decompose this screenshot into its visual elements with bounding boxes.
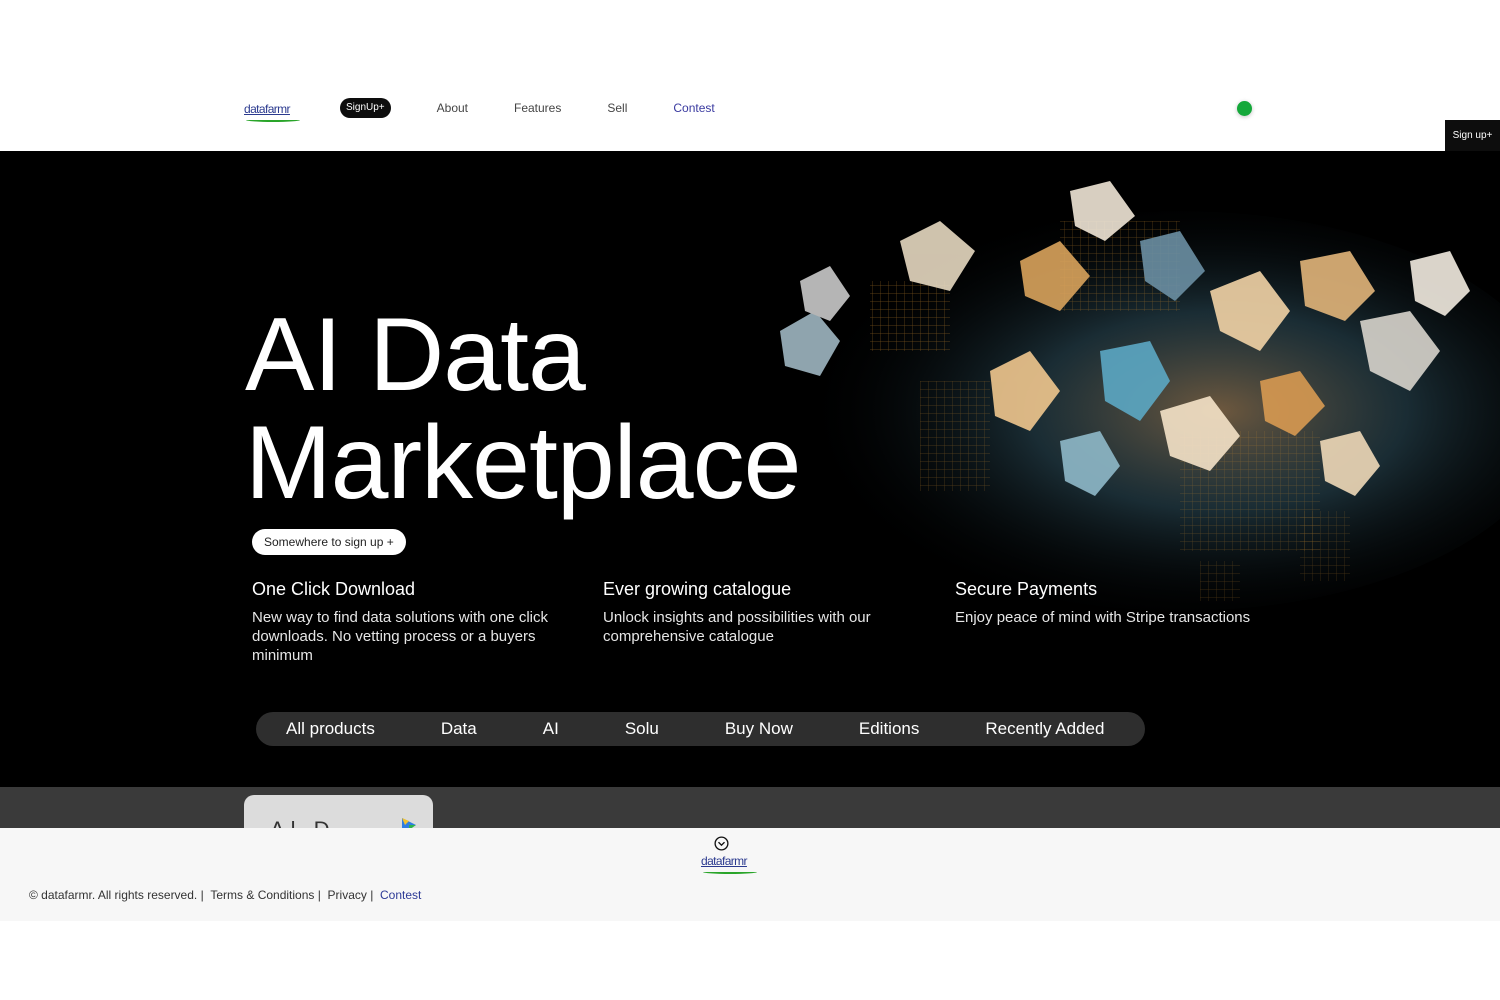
feature-text: Unlock insights and possibilities with o… [603, 609, 871, 645]
brand-logo[interactable]: datafarmr [244, 100, 300, 122]
hero-section: AI Data Marketplace Somewhere to sign up… [0, 151, 1500, 787]
contest-link[interactable]: Contest [380, 888, 421, 902]
tab-data[interactable]: Data [441, 719, 477, 739]
site-header: datafarmr SignUp+ About Features Sell Co… [0, 0, 1500, 151]
product-card[interactable]: Al D [244, 795, 433, 828]
hero-title-line-1: AI Data [245, 297, 586, 413]
product-category-tabs: All products Data AI Solu Buy Now Editio… [256, 712, 1145, 746]
copyright-text: © datafarmr. All rights reserved. | [29, 888, 211, 902]
feature-text: Enjoy peace of mind with Stripe transact… [955, 609, 1251, 626]
nav-features[interactable]: Features [514, 101, 561, 115]
nav-sell[interactable]: Sell [607, 101, 627, 115]
hero-cloud-artwork [780, 181, 1500, 611]
hero-title: AI Data Marketplace [245, 297, 801, 521]
footer-logo[interactable]: datafarmr [701, 852, 757, 874]
tab-recently-added[interactable]: Recently Added [985, 719, 1104, 739]
product-strip: Al D [0, 787, 1500, 828]
feature-title: Ever growing catalogue [603, 579, 792, 599]
signup-button[interactable]: SignUp+ [340, 98, 391, 118]
logo-swoosh [246, 118, 300, 122]
tab-ai[interactable]: AI [543, 719, 559, 739]
main-nav: SignUp+ About Features Sell Contest [340, 97, 761, 119]
colorful-logo-icon [402, 818, 416, 828]
logo-text: datafarmr [244, 102, 291, 116]
footer-links: © datafarmr. All rights reserved. | Term… [29, 888, 421, 902]
tab-buy-now[interactable]: Buy Now [725, 719, 793, 739]
feature-title: Secure Payments [955, 579, 1098, 599]
feature-text: New way to find data solutions with one … [252, 609, 548, 664]
privacy-link[interactable]: Privacy | [328, 888, 380, 902]
site-footer: datafarmr © datafarmr. All rights reserv… [0, 828, 1500, 921]
tab-editions[interactable]: Editions [859, 719, 919, 739]
nav-about[interactable]: About [437, 101, 468, 115]
tab-solu[interactable]: Solu [625, 719, 659, 739]
corner-signup-button[interactable]: Sign up+ [1445, 120, 1500, 151]
tab-all-products[interactable]: All products [286, 719, 375, 739]
feature-payments: Secure Payments Enjoy peace of mind with… [955, 579, 1255, 627]
feature-title: One Click Download [252, 579, 416, 599]
product-card-title: Al D [270, 817, 336, 828]
feature-catalogue: Ever growing catalogue Unlock insights a… [603, 579, 903, 646]
nav-contest[interactable]: Contest [673, 101, 714, 115]
terms-link[interactable]: Terms & Conditions | [210, 888, 327, 902]
chevron-circle-icon[interactable] [714, 836, 729, 851]
feature-one-click: One Click Download New way to find data … [252, 579, 552, 665]
status-indicator-icon[interactable] [1237, 101, 1252, 116]
logo-text: datafarmr [701, 854, 748, 868]
logo-swoosh [703, 870, 757, 874]
hero-signup-button[interactable]: Somewhere to sign up + [252, 529, 406, 555]
hero-title-line-2: Marketplace [245, 405, 801, 521]
